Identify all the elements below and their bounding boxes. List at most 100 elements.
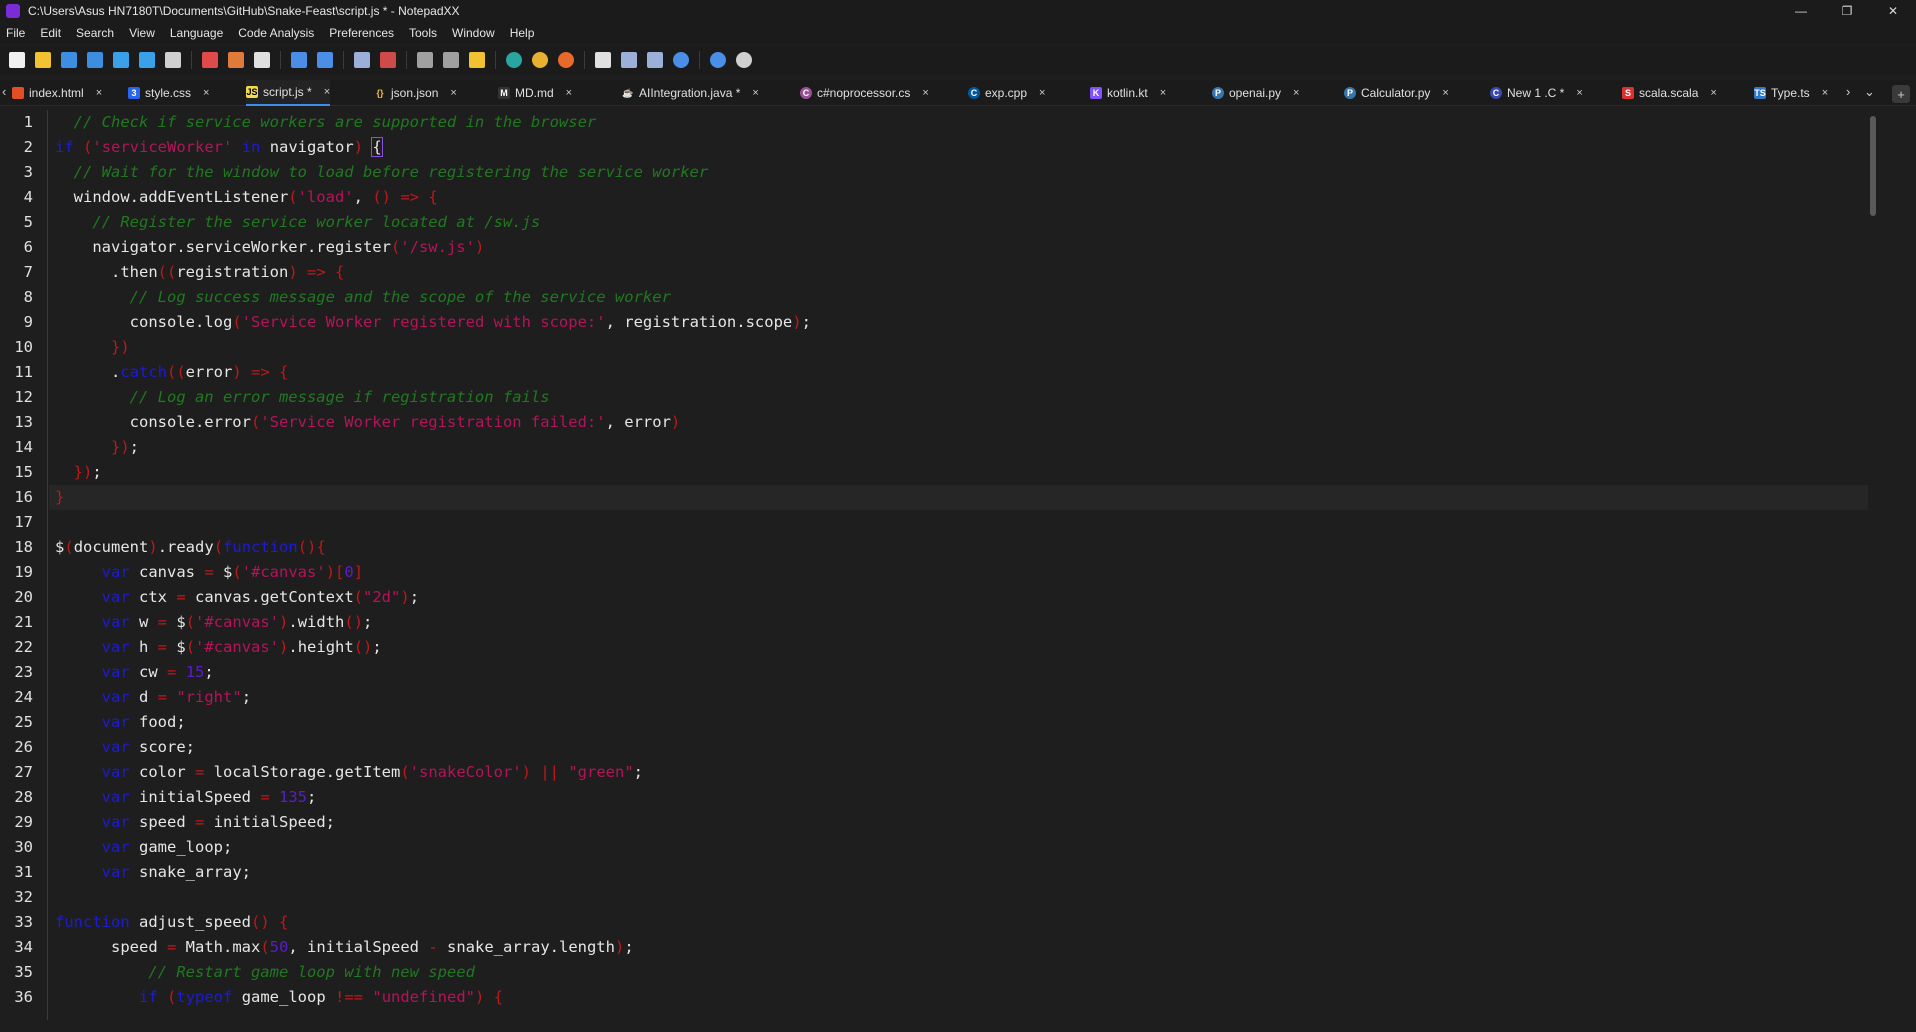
code-line[interactable]: var color = localStorage.getItem('snakeC…	[55, 760, 643, 785]
code-line[interactable]: var game_loop;	[55, 835, 233, 860]
code-line[interactable]: speed = Math.max(50, initialSpeed - snak…	[55, 935, 634, 960]
find-icon[interactable]	[354, 52, 370, 68]
menu-window[interactable]: Window	[452, 26, 495, 40]
code-line[interactable]: // Restart game loop with new speed	[55, 960, 475, 985]
tab-c-noprocessor-cs[interactable]: Cc#noprocessor.cs ×	[800, 80, 929, 106]
close-all-icon[interactable]	[139, 52, 155, 68]
code-line[interactable]: console.log('Service Worker registered w…	[55, 310, 811, 335]
edge-icon[interactable]	[506, 52, 522, 68]
code-line[interactable]: // Check if service workers are supporte…	[55, 110, 597, 135]
tab-md-md[interactable]: M MD.md ×	[498, 80, 572, 106]
code-line[interactable]: var food;	[55, 710, 186, 735]
tab-close-icon[interactable]: ×	[450, 87, 456, 99]
zoom-out-icon[interactable]	[647, 52, 663, 68]
code-line[interactable]: // Log success message and the scope of …	[55, 285, 671, 310]
folder-icon[interactable]	[469, 52, 485, 68]
tab-json-json[interactable]: {} json.json ×	[374, 80, 456, 106]
minimize-button[interactable]: —	[1778, 0, 1824, 22]
code-line[interactable]: }	[55, 485, 64, 510]
tab-close-icon[interactable]: ×	[1710, 87, 1716, 99]
tab-aiintegration-java[interactable]: ☕ AIIntegration.java * ×	[622, 80, 758, 106]
copy-icon[interactable]	[228, 52, 244, 68]
tab-close-icon[interactable]: ×	[203, 87, 209, 99]
code-line[interactable]: if (typeof game_loop !== "undefined") {	[55, 985, 503, 1010]
tab-close-icon[interactable]: ×	[1442, 87, 1448, 99]
menu-view[interactable]: View	[129, 26, 155, 40]
code-line[interactable]: var speed = initialSpeed;	[55, 810, 335, 835]
tab-style-css[interactable]: 3 style.css ×	[128, 80, 209, 106]
firefox-icon[interactable]	[558, 52, 574, 68]
code-line[interactable]: });	[55, 435, 139, 460]
new-file-icon[interactable]	[9, 52, 25, 68]
open-folder-icon[interactable]	[35, 52, 51, 68]
redo-icon[interactable]	[317, 52, 333, 68]
code-line[interactable]: })	[55, 335, 130, 360]
tab-close-icon[interactable]: ×	[1293, 87, 1299, 99]
save-icon[interactable]	[61, 52, 77, 68]
tab-type-ts[interactable]: TS Type.ts ×	[1754, 80, 1828, 106]
code-line[interactable]: // Wait for the window to load before re…	[55, 160, 709, 185]
vertical-scrollbar-thumb[interactable]	[1870, 116, 1876, 216]
code-line[interactable]: function adjust_speed() {	[55, 910, 288, 935]
replace-icon[interactable]	[380, 52, 396, 68]
run-icon[interactable]	[417, 52, 433, 68]
sync-icon[interactable]	[673, 52, 689, 68]
menu-search[interactable]: Search	[76, 26, 114, 40]
code-line[interactable]: navigator.serviceWorker.register('/sw.js…	[55, 235, 484, 260]
tab-script-js[interactable]: JS script.js * ×	[246, 80, 331, 106]
paste-icon[interactable]	[254, 52, 270, 68]
menu-file[interactable]: File	[6, 26, 25, 40]
code-line[interactable]: var d = "right";	[55, 685, 251, 710]
code-line[interactable]: });	[55, 460, 102, 485]
tab-close-icon[interactable]: ×	[752, 87, 758, 99]
close-file-icon[interactable]	[113, 52, 129, 68]
code-line[interactable]: var score;	[55, 735, 195, 760]
cut-icon[interactable]	[202, 52, 218, 68]
code-line[interactable]: var initialSpeed = 135;	[55, 785, 317, 810]
code-line[interactable]: $(document).ready(function(){	[55, 535, 326, 560]
code-line[interactable]: window.addEventListener('load', () => {	[55, 185, 438, 210]
tab-scala-scala[interactable]: Sscala.scala ×	[1622, 80, 1717, 106]
horizontal-scrollbar[interactable]	[49, 1022, 1869, 1032]
tab-exp-cpp[interactable]: Cexp.cpp ×	[968, 80, 1045, 106]
tab-close-icon[interactable]: ×	[96, 87, 102, 99]
menu-language[interactable]: Language	[170, 26, 223, 40]
menu-edit[interactable]: Edit	[40, 26, 61, 40]
code-line[interactable]: .then((registration) => {	[55, 260, 344, 285]
code-line[interactable]: if ('serviceWorker' in navigator) {	[55, 135, 383, 160]
tab-scroll-right-icon[interactable]: ›	[1846, 84, 1850, 99]
tab-calculator-py[interactable]: P Calculator.py ×	[1344, 80, 1449, 106]
code-line[interactable]: var cw = 15;	[55, 660, 214, 685]
undo-icon[interactable]	[291, 52, 307, 68]
menu-tools[interactable]: Tools	[409, 26, 437, 40]
code-line[interactable]: var h = $('#canvas').height();	[55, 635, 382, 660]
tab-close-icon[interactable]: ×	[1576, 87, 1582, 99]
tab-openai-py[interactable]: Popenai.py ×	[1212, 80, 1299, 106]
settings-icon[interactable]	[710, 52, 726, 68]
code-line[interactable]: var w = $('#canvas').width();	[55, 610, 373, 635]
menu-help[interactable]: Help	[510, 26, 535, 40]
code-line[interactable]: var ctx = canvas.getContext("2d");	[55, 585, 419, 610]
tab-index-html[interactable]: index.html ×	[12, 80, 102, 106]
code-line[interactable]: console.error('Service Worker registrati…	[55, 410, 681, 435]
terminal-icon[interactable]	[443, 52, 459, 68]
tab-close-icon[interactable]: ×	[566, 87, 572, 99]
code-line[interactable]: .catch((error) => {	[55, 360, 288, 385]
tab-scroll-left-icon[interactable]: ‹	[2, 84, 6, 99]
refresh-icon[interactable]	[736, 52, 752, 68]
chrome-icon[interactable]	[532, 52, 548, 68]
close-button[interactable]: ✕	[1870, 0, 1916, 22]
code-line[interactable]: // Register the service worker located a…	[55, 210, 540, 235]
code-line[interactable]: var canvas = $('#canvas')[0]	[55, 560, 363, 585]
vertical-scrollbar[interactable]	[1868, 110, 1878, 1020]
document-icon[interactable]	[595, 52, 611, 68]
zoom-in-icon[interactable]	[621, 52, 637, 68]
code-line[interactable]: // Log an error message if registration …	[55, 385, 550, 410]
maximize-button[interactable]: ❐	[1824, 0, 1870, 22]
new-tab-button[interactable]: +	[1892, 85, 1910, 103]
tab-close-icon[interactable]: ×	[1039, 87, 1045, 99]
tab-list-chevron-down-icon[interactable]: ⌄	[1864, 84, 1875, 100]
code-area[interactable]: // Check if service workers are supporte…	[55, 110, 1870, 1020]
tab-new-1-c[interactable]: C New 1 .C * ×	[1490, 80, 1583, 106]
tab-close-icon[interactable]: ×	[1160, 87, 1166, 99]
